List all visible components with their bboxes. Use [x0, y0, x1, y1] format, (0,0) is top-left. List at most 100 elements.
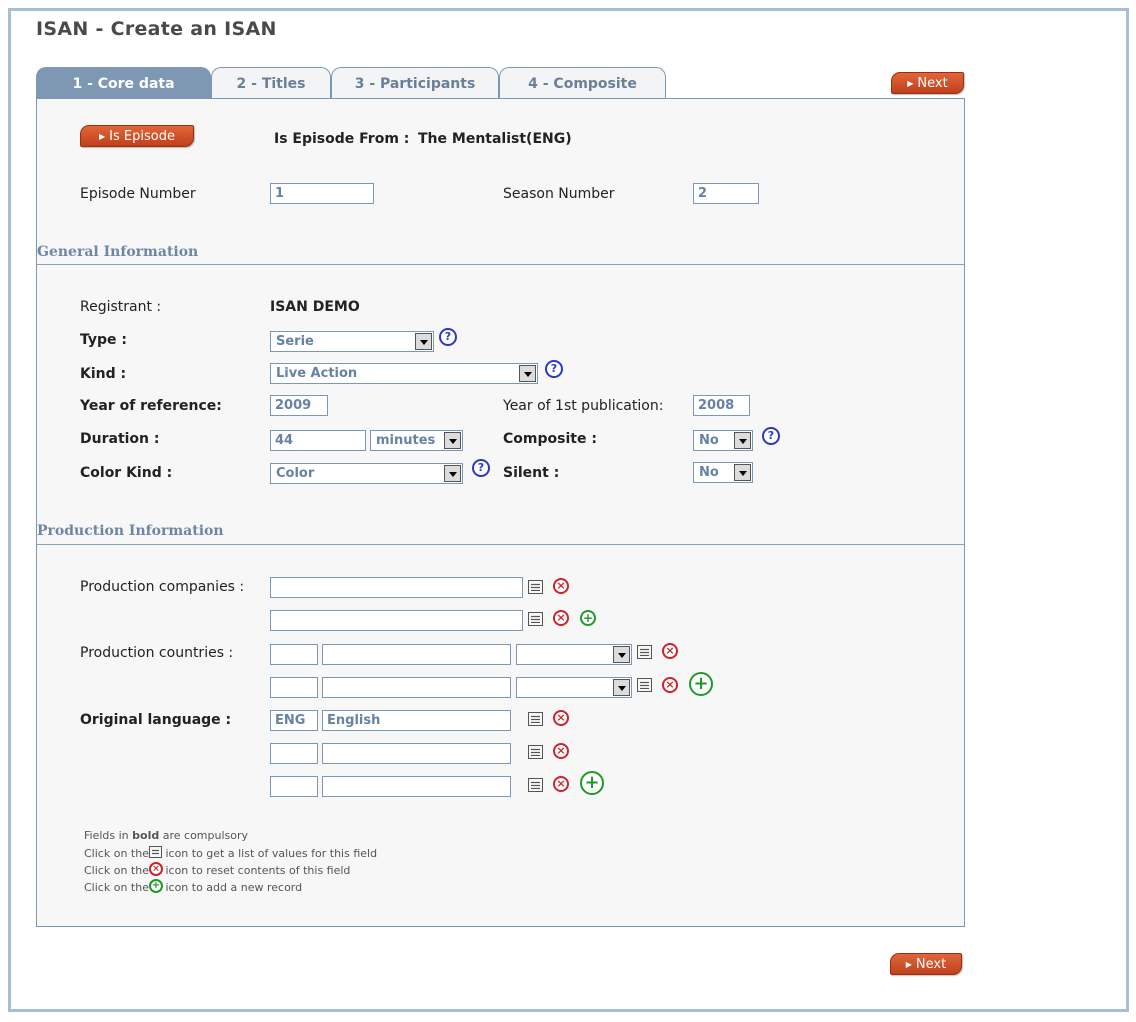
delete-icon: ×: [148, 862, 163, 876]
is-episode-button[interactable]: ▶ Is Episode: [80, 125, 194, 147]
composite-select-value: No: [699, 433, 719, 448]
language-code-input-2[interactable]: [270, 743, 318, 764]
language-code-input-1[interactable]: ENG: [270, 710, 318, 731]
type-select-value: Serie: [276, 334, 314, 349]
list-icon[interactable]: [528, 580, 543, 594]
play-icon: ▶: [905, 959, 912, 969]
season-number-label: Season Number: [503, 186, 615, 202]
legend-line-add: Click on the + icon to add a new record: [84, 879, 303, 894]
type-label: Type :: [80, 332, 128, 348]
section-divider: [37, 264, 964, 265]
chevron-down-icon: [734, 432, 751, 449]
year-first-publication-label: Year of 1st publication:: [503, 398, 664, 414]
next-button-label: Next: [917, 75, 948, 91]
list-icon[interactable]: [528, 712, 543, 726]
chevron-down-icon: [444, 432, 461, 449]
add-icon: +: [148, 879, 163, 893]
silent-label: Silent :: [503, 465, 560, 481]
language-code-input-3[interactable]: [270, 776, 318, 797]
color-kind-select[interactable]: Color: [270, 463, 463, 484]
country-name-input-1[interactable]: [322, 644, 511, 665]
list-icon[interactable]: [528, 745, 543, 759]
color-kind-select-value: Color: [276, 466, 315, 481]
year-of-reference-label: Year of reference:: [80, 398, 222, 414]
list-icon[interactable]: [637, 678, 652, 692]
color-kind-help-icon[interactable]: ?: [472, 459, 490, 477]
next-button-label: Next: [915, 956, 947, 972]
type-help-icon[interactable]: ?: [439, 328, 457, 346]
section-divider: [37, 544, 964, 545]
country-select-2[interactable]: [516, 677, 632, 698]
tab-titles[interactable]: 2 - Titles: [211, 67, 331, 99]
list-icon[interactable]: [528, 778, 543, 792]
core-data-panel: [36, 98, 965, 927]
is-episode-from-label: Is Episode From :: [274, 131, 410, 147]
page-title: ISAN - Create an ISAN: [36, 18, 277, 40]
composite-label: Composite :: [503, 431, 597, 447]
duration-input[interactable]: 44: [270, 430, 366, 451]
tab-composite[interactable]: 4 - Composite: [499, 67, 666, 99]
season-number-input[interactable]: 2: [693, 183, 759, 204]
production-company-input-1[interactable]: [270, 577, 523, 598]
language-name-input-1[interactable]: English: [322, 710, 511, 731]
composite-help-icon[interactable]: ?: [762, 427, 780, 445]
delete-icon[interactable]: ×: [662, 677, 678, 693]
is-episode-label: Is Episode: [109, 128, 175, 144]
chevron-down-icon: [613, 679, 630, 696]
delete-icon[interactable]: ×: [553, 710, 569, 726]
country-select-1[interactable]: [516, 644, 632, 665]
chevron-down-icon: [444, 465, 461, 482]
is-episode-from-value: The Mentalist(ENG): [418, 131, 572, 147]
legend-line-compulsory: Fields in bold are compulsory: [84, 829, 249, 842]
production-company-input-2[interactable]: [270, 610, 523, 631]
chevron-down-icon: [415, 333, 432, 350]
duration-label: Duration :: [80, 431, 160, 447]
year-of-reference-input[interactable]: 2009: [270, 395, 328, 416]
episode-number-input[interactable]: 1: [270, 183, 374, 204]
delete-icon[interactable]: ×: [553, 743, 569, 759]
year-first-publication-input[interactable]: 2008: [693, 395, 750, 416]
language-name-input-2[interactable]: [322, 743, 511, 764]
play-icon: ▶: [907, 78, 914, 88]
legend-line-reset: Click on the × icon to reset contents of …: [84, 862, 351, 877]
kind-select-value: Live Action: [276, 366, 358, 381]
registrant-label: Registrant :: [80, 299, 162, 315]
production-companies-label: Production companies :: [80, 579, 245, 595]
general-information-heading: General Information: [37, 244, 199, 260]
production-countries-label: Production countries :: [80, 645, 234, 661]
duration-unit-select[interactable]: minutes: [370, 430, 463, 451]
delete-icon[interactable]: ×: [553, 776, 569, 792]
type-select[interactable]: Serie: [270, 331, 434, 352]
next-button-top[interactable]: ▶ Next: [891, 72, 964, 94]
next-button-bottom[interactable]: ▶ Next: [890, 953, 962, 975]
add-icon[interactable]: +: [580, 771, 604, 795]
kind-help-icon[interactable]: ?: [545, 360, 563, 378]
kind-label: Kind :: [80, 366, 127, 382]
add-icon[interactable]: +: [580, 610, 596, 626]
list-icon[interactable]: [637, 645, 652, 659]
delete-icon[interactable]: ×: [662, 643, 678, 659]
episode-number-label: Episode Number: [80, 186, 196, 202]
chevron-down-icon: [613, 646, 630, 663]
composite-select[interactable]: No: [693, 430, 753, 451]
chevron-down-icon: [519, 365, 536, 382]
kind-select[interactable]: Live Action: [270, 363, 538, 384]
production-information-heading: Production Information: [37, 523, 224, 539]
tab-core-data[interactable]: 1 - Core data: [36, 67, 211, 99]
list-icon: [148, 846, 162, 858]
tab-participants[interactable]: 3 - Participants: [331, 67, 499, 99]
list-icon[interactable]: [528, 612, 543, 626]
country-code-input-2[interactable]: [270, 677, 318, 698]
silent-select[interactable]: No: [693, 462, 753, 483]
language-name-input-3[interactable]: [322, 776, 511, 797]
color-kind-label: Color Kind :: [80, 465, 173, 481]
delete-icon[interactable]: ×: [553, 578, 569, 594]
silent-select-value: No: [699, 465, 719, 480]
chevron-down-icon: [734, 464, 751, 481]
country-name-input-2[interactable]: [322, 677, 511, 698]
country-code-input-1[interactable]: [270, 644, 318, 665]
add-icon[interactable]: +: [689, 672, 713, 696]
original-language-label: Original language :: [80, 712, 232, 728]
registrant-value: ISAN DEMO: [270, 299, 360, 315]
delete-icon[interactable]: ×: [553, 610, 569, 626]
